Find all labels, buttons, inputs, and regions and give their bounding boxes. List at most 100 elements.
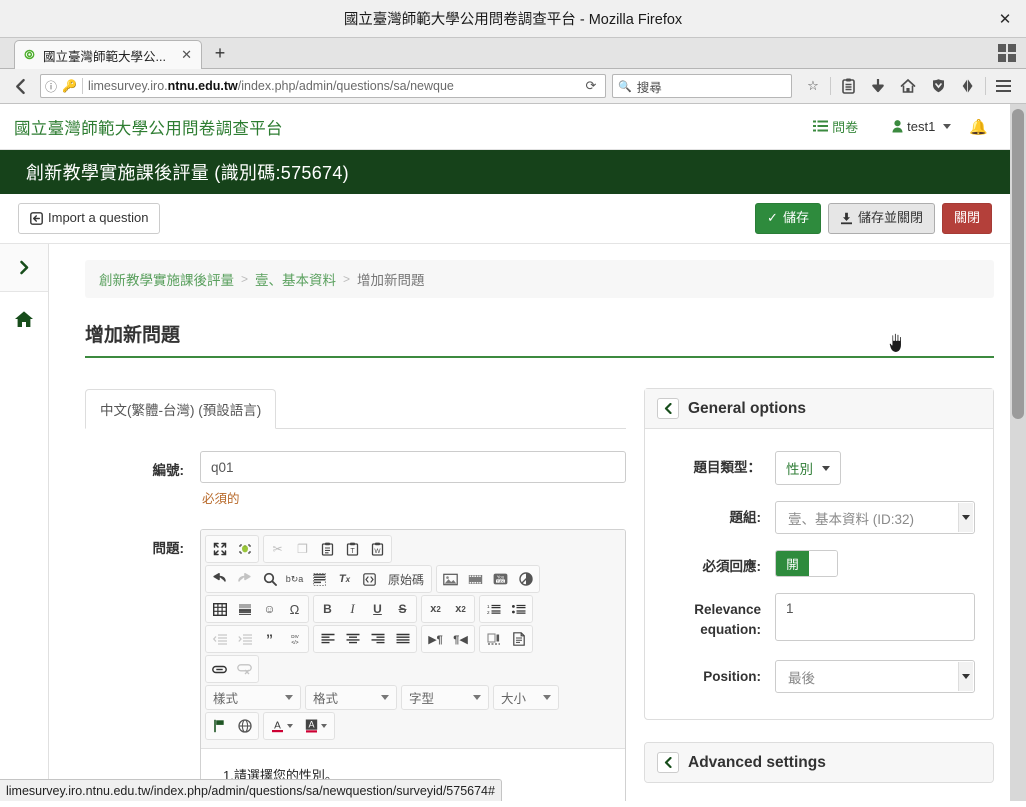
source-label[interactable]: 原始碼 bbox=[382, 567, 430, 591]
replace-icon[interactable]: b↻a bbox=[282, 567, 307, 591]
chevron-down-icon bbox=[943, 124, 952, 129]
page-scrollbar[interactable] bbox=[1010, 104, 1026, 801]
globe-language-icon[interactable] bbox=[232, 714, 257, 738]
select-arrow-icon[interactable] bbox=[958, 503, 973, 532]
flash-icon[interactable] bbox=[463, 567, 488, 591]
unlink-icon[interactable] bbox=[232, 657, 257, 681]
shield-icon[interactable] bbox=[923, 73, 953, 99]
sidebar-expand-button[interactable] bbox=[0, 244, 48, 292]
text-color-icon[interactable]: A bbox=[265, 714, 299, 738]
align-justify-icon[interactable] bbox=[390, 627, 415, 651]
browser-tab[interactable]: ⦾ 國立臺灣師範大學公... ✕ bbox=[14, 40, 202, 69]
window-close-button[interactable]: ✕ bbox=[994, 8, 1016, 30]
select-all-icon[interactable] bbox=[307, 567, 332, 591]
media-embed-icon[interactable] bbox=[513, 567, 538, 591]
home-icon[interactable] bbox=[893, 73, 923, 99]
reader-list-icon[interactable] bbox=[833, 73, 863, 99]
chevron-left-icon[interactable] bbox=[657, 398, 679, 419]
close-icon[interactable]: ✕ bbox=[179, 47, 194, 63]
back-button[interactable] bbox=[8, 73, 34, 99]
numbered-list-icon[interactable]: 12 bbox=[481, 597, 506, 621]
format-combo[interactable]: 格式 bbox=[305, 685, 397, 710]
horizontal-rule-icon[interactable] bbox=[232, 597, 257, 621]
advanced-settings-header[interactable]: Advanced settings bbox=[645, 743, 993, 782]
text-direction-rtl-icon[interactable]: ¶◀ bbox=[448, 627, 473, 651]
align-center-icon[interactable] bbox=[340, 627, 365, 651]
position-select[interactable]: 最後 bbox=[775, 660, 975, 693]
image-icon[interactable] bbox=[438, 567, 463, 591]
scrollbar-thumb[interactable] bbox=[1012, 109, 1024, 419]
url-bar[interactable]: ⓘ 🔑 limesurvey.iro.ntnu.edu.tw/index.php… bbox=[40, 74, 606, 98]
paste-icon[interactable] bbox=[315, 537, 340, 561]
anchor-flag-icon[interactable] bbox=[207, 714, 232, 738]
blockquote-icon[interactable]: ” bbox=[257, 627, 282, 651]
size-combo[interactable]: 大小 bbox=[493, 685, 559, 710]
maximize-icon[interactable] bbox=[207, 537, 232, 561]
user-menu[interactable]: test1 bbox=[886, 115, 957, 138]
page-break-icon[interactable] bbox=[481, 627, 506, 651]
reload-icon[interactable]: ⟳ bbox=[581, 78, 601, 94]
link-icon[interactable] bbox=[207, 657, 232, 681]
underline-icon[interactable]: U bbox=[365, 597, 390, 621]
editor-toolbar-row: b↻a Tx 原始碼 You Tube bbox=[205, 565, 621, 593]
templates-icon[interactable] bbox=[506, 627, 531, 651]
close-button[interactable]: 關閉 bbox=[941, 203, 992, 234]
paste-word-icon[interactable]: W bbox=[365, 537, 390, 561]
star-icon[interactable]: ☆ bbox=[798, 73, 828, 99]
align-left-icon[interactable] bbox=[315, 627, 340, 651]
source-code-icon[interactable] bbox=[357, 567, 382, 591]
special-char-icon[interactable]: Ω bbox=[282, 597, 307, 621]
table-icon[interactable] bbox=[207, 597, 232, 621]
mandatory-toggle[interactable]: 開 bbox=[775, 550, 838, 577]
relevance-equation-textarea[interactable] bbox=[775, 593, 975, 641]
general-options-header[interactable]: General options bbox=[645, 389, 993, 429]
text-direction-ltr-icon[interactable]: ▶¶ bbox=[423, 627, 448, 651]
save-button[interactable]: ✓ 儲存 bbox=[755, 203, 821, 234]
create-div-icon[interactable]: DIV </> bbox=[282, 627, 307, 651]
sidebar-item-home[interactable] bbox=[0, 292, 48, 346]
youtube-icon[interactable]: You Tube bbox=[488, 567, 513, 591]
save-and-close-button[interactable]: 儲存並關閉 bbox=[827, 203, 935, 234]
subscript-icon[interactable]: x2 bbox=[423, 597, 448, 621]
paste-text-icon[interactable]: T bbox=[340, 537, 365, 561]
indent-icon[interactable] bbox=[232, 627, 257, 651]
nav-surveys[interactable]: 問卷 bbox=[807, 113, 864, 140]
styles-combo[interactable]: 樣式 bbox=[205, 685, 301, 710]
strike-icon[interactable]: S bbox=[390, 597, 415, 621]
app-brand[interactable]: 國立臺灣師範大學公用問卷調查平台 bbox=[14, 115, 283, 139]
align-right-icon[interactable] bbox=[365, 627, 390, 651]
select-arrow-icon[interactable] bbox=[958, 662, 973, 691]
new-tab-button[interactable]: + bbox=[206, 39, 234, 67]
show-blocks-icon[interactable] bbox=[232, 537, 257, 561]
position-field: 最後 bbox=[775, 660, 975, 693]
chevron-left-icon[interactable] bbox=[657, 752, 679, 773]
remove-format-icon[interactable]: Tx bbox=[332, 567, 357, 591]
find-icon[interactable] bbox=[257, 567, 282, 591]
superscript-icon[interactable]: x2 bbox=[448, 597, 473, 621]
code-input[interactable] bbox=[200, 451, 626, 483]
list-all-tabs-icon[interactable] bbox=[998, 44, 1016, 62]
bulleted-list-icon[interactable] bbox=[506, 597, 531, 621]
question-group-select[interactable]: 壹、基本資料 (ID:32) bbox=[775, 501, 975, 534]
redo-icon[interactable] bbox=[232, 567, 257, 591]
import-question-button[interactable]: Import a question bbox=[18, 203, 161, 234]
breadcrumb-item-survey[interactable]: 創新教學實施課後評量 bbox=[99, 269, 234, 289]
tab-language-default[interactable]: 中文(繁體-台灣) (預設語言) bbox=[85, 389, 277, 429]
hamburger-menu-icon[interactable] bbox=[988, 73, 1018, 99]
search-bar[interactable]: 🔍 搜尋 bbox=[612, 74, 792, 98]
italic-icon[interactable]: I bbox=[340, 597, 365, 621]
bold-icon[interactable]: B bbox=[315, 597, 340, 621]
font-combo[interactable]: 字型 bbox=[401, 685, 489, 710]
undo-icon[interactable] bbox=[207, 567, 232, 591]
download-icon[interactable] bbox=[863, 73, 893, 99]
breadcrumb-item-group[interactable]: 壹、基本資料 bbox=[255, 269, 336, 289]
bell-icon[interactable]: 🔔 bbox=[961, 114, 996, 140]
page-info-icon[interactable]: ⓘ bbox=[45, 78, 57, 95]
cut-icon[interactable]: ✂ bbox=[265, 537, 290, 561]
background-color-icon[interactable]: A bbox=[299, 714, 333, 738]
smiley-icon[interactable]: ☺ bbox=[257, 597, 282, 621]
question-type-select[interactable]: 性別 bbox=[775, 451, 841, 485]
outdent-icon[interactable] bbox=[207, 627, 232, 651]
sync-icon[interactable] bbox=[953, 73, 983, 99]
copy-icon[interactable]: ❐ bbox=[290, 537, 315, 561]
